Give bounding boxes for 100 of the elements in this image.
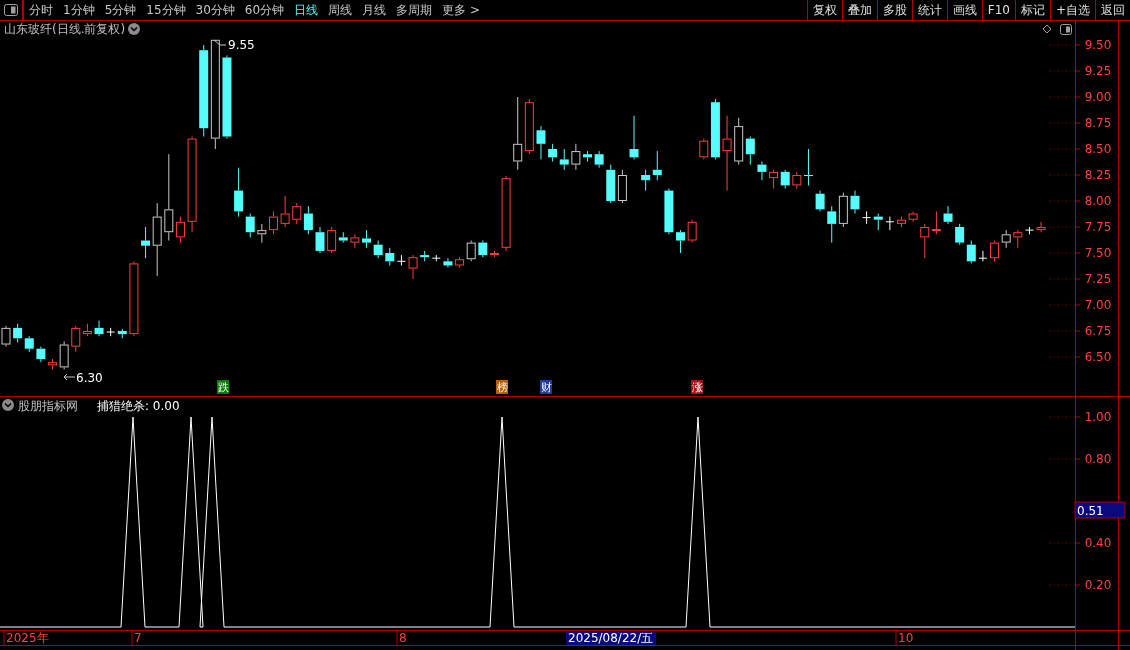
- toolbar-button[interactable]: 叠加: [841, 0, 877, 20]
- candlestick: [315, 226, 325, 254]
- stock-title: 山东玻纤(日线.前复权): [4, 22, 126, 36]
- dropdown-icon[interactable]: [128, 23, 140, 35]
- panel-toggle-icon[interactable]: [1060, 24, 1072, 35]
- candlestick: [36, 346, 46, 363]
- toolbar-button[interactable]: 复权: [806, 0, 842, 20]
- interval-tab[interactable]: 1分钟: [58, 0, 100, 20]
- interval-tab[interactable]: 60分钟: [239, 0, 290, 20]
- price-axis-label: 8.25: [1084, 168, 1112, 182]
- candlestick: [13, 323, 23, 343]
- interval-tab[interactable]: 分时: [24, 0, 58, 20]
- candlestick: [676, 229, 686, 254]
- candlestick: [978, 250, 988, 262]
- diamond-icon[interactable]: [1042, 24, 1052, 34]
- signal-label: 榜: [496, 381, 508, 394]
- date-axis-label: 8: [399, 631, 407, 645]
- toolbar-button[interactable]: 画线: [946, 0, 982, 20]
- price-axis-label: 7.75: [1084, 220, 1112, 234]
- cursor-date: 2025/08/22/五: [566, 631, 656, 645]
- price-axis-label: 8.00: [1084, 194, 1112, 208]
- candlestick: [862, 210, 872, 225]
- indicator-axis-label: 0.40: [1084, 536, 1112, 550]
- candlestick: [59, 340, 69, 370]
- signal-label: 跌: [217, 381, 229, 394]
- candlestick: [641, 169, 651, 192]
- candlestick: [990, 240, 1000, 262]
- indicator-name: 捕猎绝杀: 0.00: [97, 399, 180, 413]
- panel-toggle-icon[interactable]: [4, 4, 18, 16]
- candlestick: [269, 210, 278, 235]
- indicator-axis-label: 0.80: [1084, 452, 1112, 466]
- candlestick: [769, 169, 779, 189]
- candlestick: [617, 169, 627, 204]
- low-price-label: 6.30: [76, 371, 103, 385]
- price-axis-label: 7.25: [1084, 272, 1112, 286]
- candlestick: [303, 205, 313, 235]
- candlestick: [966, 240, 976, 264]
- candlestick: [885, 216, 895, 231]
- candlestick: [780, 169, 790, 189]
- candlestick: [664, 188, 674, 235]
- toolbar-button[interactable]: F10: [981, 0, 1015, 20]
- candlestick: [827, 205, 837, 244]
- toolbar-button[interactable]: 标记: [1014, 0, 1050, 20]
- price-axis-label: 9.25: [1084, 64, 1112, 78]
- candlestick: [873, 213, 883, 231]
- interval-tab[interactable]: 15分钟: [141, 0, 191, 20]
- candlestick: [1, 325, 11, 348]
- price-axis-label: 9.00: [1084, 90, 1112, 104]
- signal-label: 涨: [691, 381, 703, 394]
- indicator-axis-label: 1.00: [1084, 410, 1112, 424]
- candlestick: [24, 335, 34, 353]
- candlestick: [548, 143, 558, 162]
- signal-label: 财: [540, 381, 552, 394]
- candlestick: [94, 320, 104, 337]
- candlestick: [524, 98, 534, 155]
- candlestick: [850, 190, 860, 214]
- toolbar-button[interactable]: +自选: [1049, 0, 1095, 20]
- interval-tab[interactable]: 30分钟: [190, 0, 240, 20]
- candlestick: [106, 327, 116, 337]
- arrow-icon: [63, 373, 76, 381]
- interval-tab[interactable]: 多周期: [391, 0, 438, 20]
- candlestick: [571, 143, 581, 171]
- candlestick: [292, 202, 302, 225]
- candlestick: [443, 257, 453, 269]
- candlestick: [362, 229, 372, 249]
- candlestick: [594, 150, 604, 169]
- toolbar-button[interactable]: 统计: [911, 0, 947, 20]
- candlestick: [559, 148, 569, 171]
- candlestick: [373, 240, 383, 259]
- candlestick: [908, 210, 918, 223]
- date-axis-label: 10: [898, 631, 914, 645]
- candlestick: [280, 195, 290, 228]
- toolbar-button[interactable]: 多股: [876, 0, 912, 20]
- price-axis-label: 6.50: [1084, 350, 1112, 364]
- candlestick: [1001, 229, 1011, 249]
- price-axis-label: 6.75: [1084, 324, 1112, 338]
- candlestick: [583, 150, 592, 162]
- candlestick: [652, 150, 662, 181]
- candlestick: [838, 192, 848, 228]
- candlestick: [955, 223, 965, 246]
- interval-tab[interactable]: 月线: [357, 0, 392, 20]
- interval-tab[interactable]: 更多 >: [437, 0, 485, 20]
- candlestick: [629, 115, 639, 160]
- high-price-label: 9.55: [228, 38, 255, 52]
- candlestick: [117, 328, 127, 339]
- candlestick: [536, 125, 546, 160]
- candlestick: [897, 216, 906, 228]
- candlestick: [606, 164, 616, 204]
- toolbar-button[interactable]: 返回: [1095, 0, 1130, 20]
- interval-tab[interactable]: 周线: [323, 0, 358, 20]
- candlestick: [408, 254, 418, 280]
- dropdown-icon[interactable]: [2, 399, 14, 411]
- candlestick: [757, 161, 767, 181]
- interval-tab[interactable]: 5分钟: [99, 0, 142, 20]
- interval-tab[interactable]: 日线: [289, 0, 324, 20]
- date-axis-label: 2025年: [6, 631, 49, 645]
- indicator-axis-label: 0.20: [1084, 578, 1112, 592]
- price-axis-label: 8.50: [1084, 142, 1112, 156]
- candlestick: [1036, 221, 1046, 233]
- price-axis-label: 8.75: [1084, 116, 1112, 130]
